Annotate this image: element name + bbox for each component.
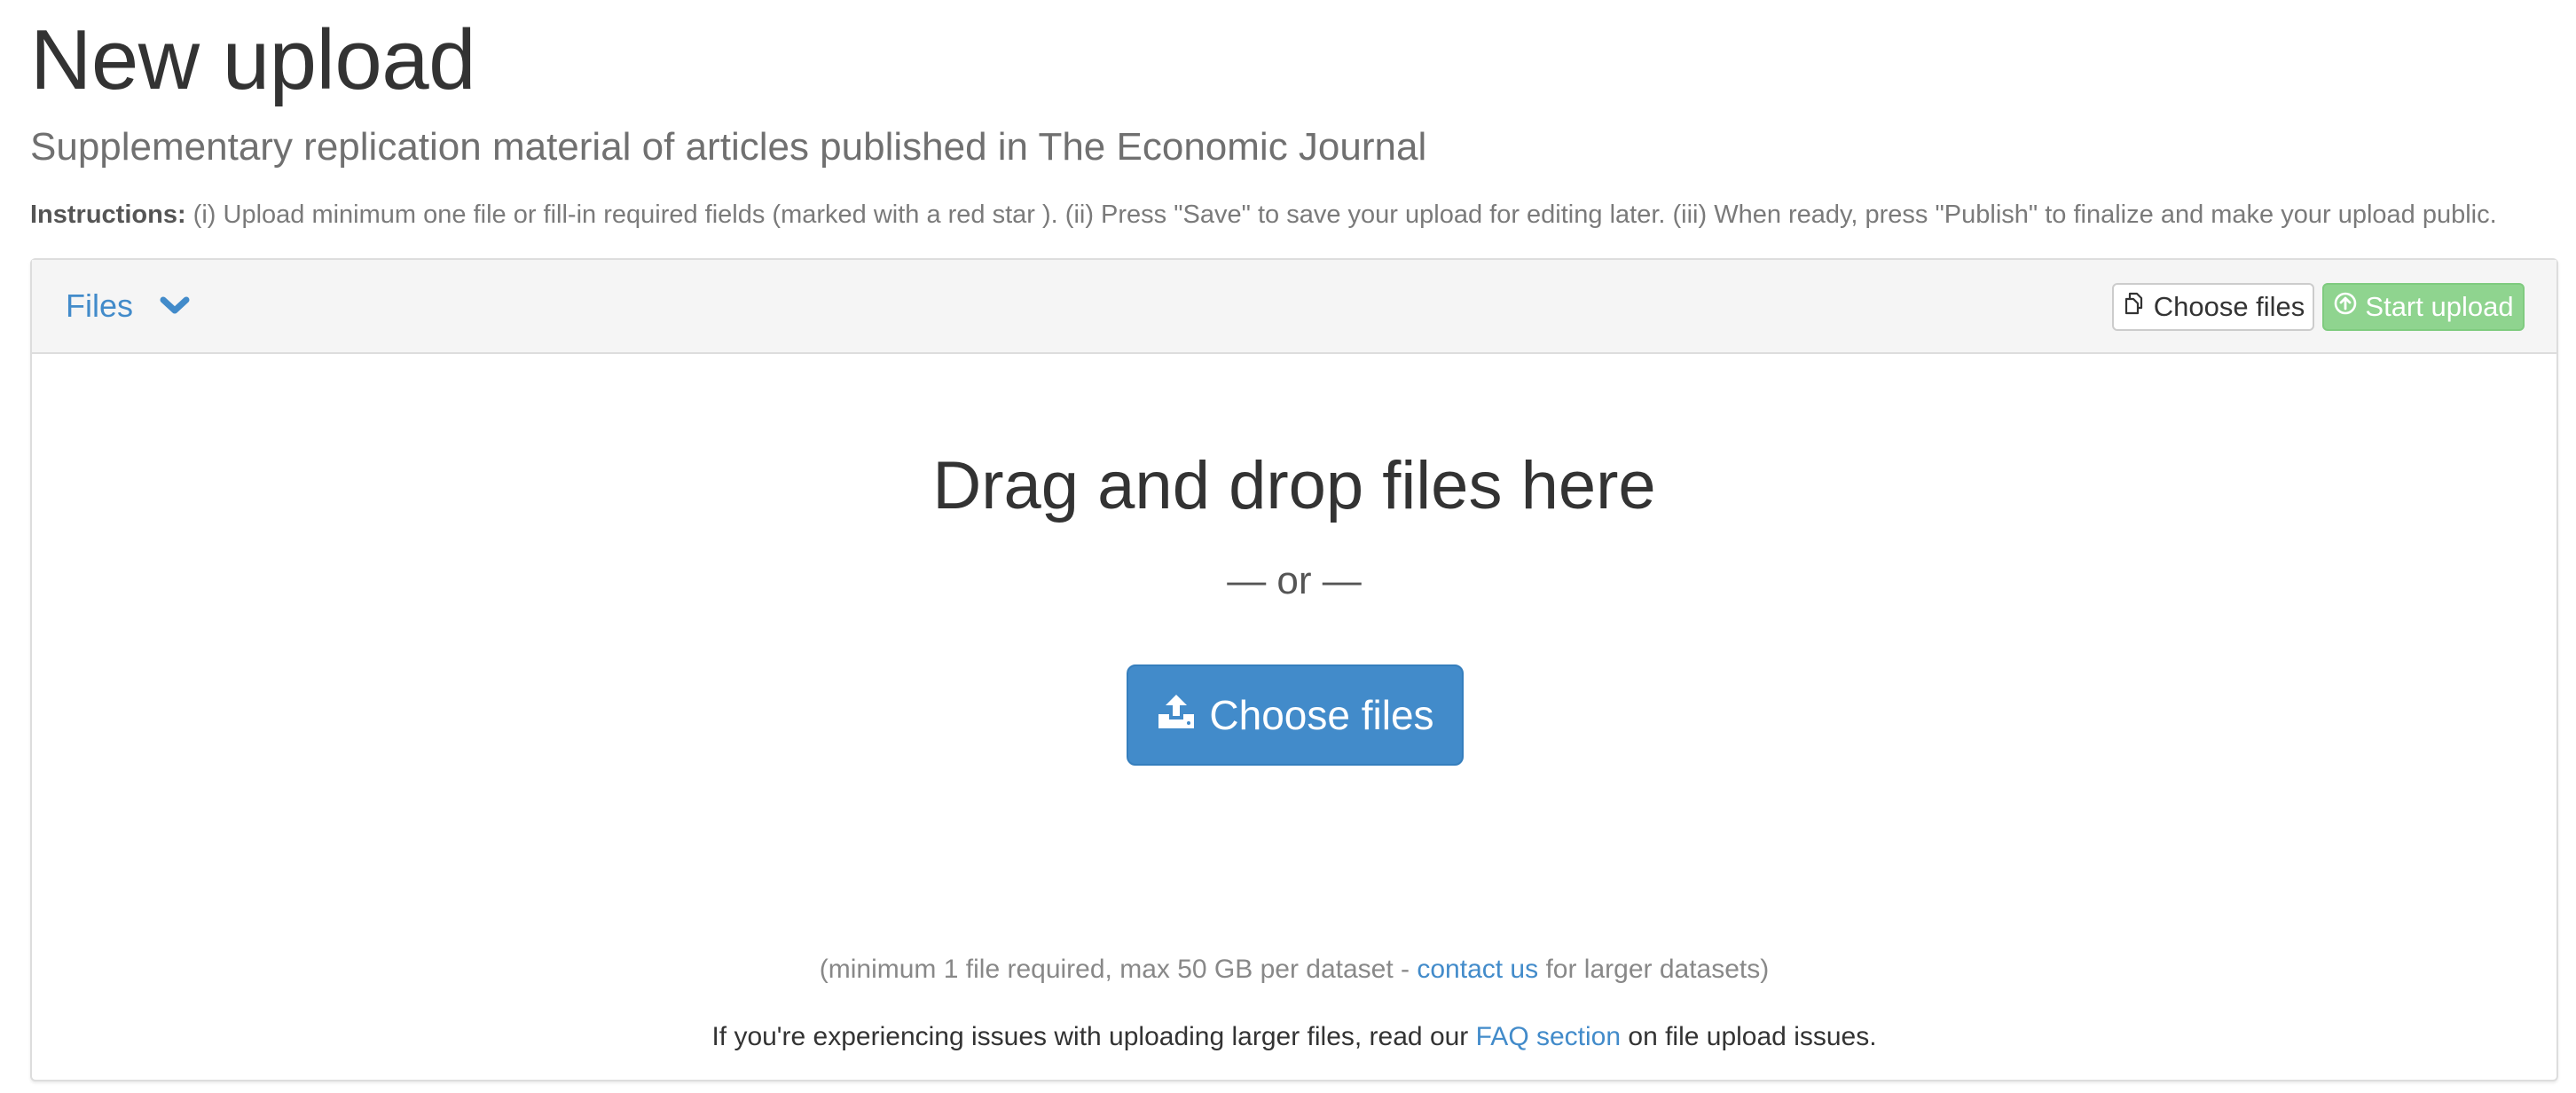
page-title: New upload <box>30 12 476 107</box>
instructions: Instructions: (i) Upload minimum one fil… <box>30 197 2497 232</box>
copy-files-icon <box>2122 291 2147 323</box>
chevron-down-icon <box>160 296 190 316</box>
drop-zone-title: Drag and drop files here <box>932 448 1656 523</box>
upload-issues-text-end: on file upload issues. <box>1621 1022 1877 1051</box>
contact-us-link[interactable]: contact us <box>1417 955 1538 984</box>
upload-issues-text: If you're experiencing issues with uploa… <box>711 1022 1476 1051</box>
choose-files-label: Choose files <box>1209 692 1434 738</box>
instructions-text: (i) Upload minimum one file or fill-in r… <box>185 201 2497 229</box>
file-limit-note: (minimum 1 file required, max 50 GB per … <box>32 952 2556 987</box>
files-panel: Files Choose files Start upload Drag and… <box>30 258 2558 1081</box>
faq-section-link[interactable]: FAQ section <box>1476 1022 1621 1051</box>
upload-page: New upload Supplementary replication mat… <box>0 0 2576 1093</box>
page-subtitle: Supplementary replication material of ar… <box>30 125 1427 169</box>
choose-files-button[interactable]: Choose files <box>1127 664 1464 766</box>
files-toggle[interactable]: Files <box>66 281 190 331</box>
upload-issues-note: If you're experiencing issues with uploa… <box>32 1019 2556 1055</box>
file-limit-text-end: for larger datasets) <box>1538 955 1770 984</box>
instructions-label: Instructions: <box>30 201 186 229</box>
choose-files-small-label: Choose files <box>2153 291 2305 322</box>
files-panel-heading: Files Choose files Start upload <box>32 260 2556 354</box>
start-upload-button[interactable]: Start upload <box>2322 283 2525 331</box>
circle-arrow-up-icon <box>2333 291 2358 323</box>
choose-files-small-button[interactable]: Choose files <box>2112 283 2314 331</box>
or-separator: — or — <box>1227 559 1362 602</box>
upload-icon <box>1156 691 1197 740</box>
file-limit-text: (minimum 1 file required, max 50 GB per … <box>819 955 1418 984</box>
files-heading: Files <box>66 287 134 324</box>
start-upload-label: Start upload <box>2365 291 2514 322</box>
